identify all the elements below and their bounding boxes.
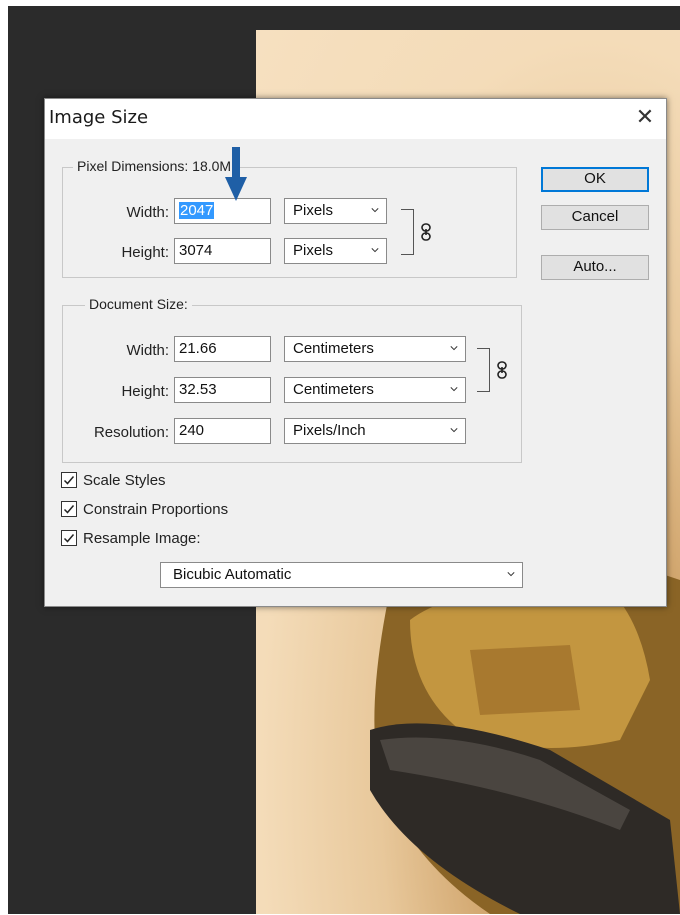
pixel-width-value: 2047 xyxy=(179,202,215,219)
image-size-dialog: Image Size ✕ Pixel Dimensions: 18.0M Wid… xyxy=(44,98,667,607)
resample-method-select[interactable]: Bicubic Automatic xyxy=(160,562,523,588)
down-arrow-icon xyxy=(225,147,247,201)
doc-height-input[interactable]: 32.53 xyxy=(174,377,271,403)
auto-button[interactable]: Auto... xyxy=(541,255,649,280)
doc-width-unit: Centimeters xyxy=(293,340,374,357)
chevron-down-icon xyxy=(371,248,379,253)
pixel-width-label: Width: xyxy=(126,204,169,221)
doc-width-input[interactable]: 21.66 xyxy=(174,336,271,362)
checkbox-box[interactable] xyxy=(61,472,77,488)
check-icon xyxy=(63,505,75,514)
resolution-unit: Pixels/Inch xyxy=(293,422,366,439)
link-icon xyxy=(421,223,431,241)
doc-width-value: 21.66 xyxy=(179,340,217,357)
doc-constrain-bracket xyxy=(477,348,490,392)
scale-styles-label: Scale Styles xyxy=(83,472,166,489)
doc-height-value: 32.53 xyxy=(179,381,217,398)
doc-height-unit: Centimeters xyxy=(293,381,374,398)
doc-width-unit-select[interactable]: Centimeters xyxy=(284,336,466,362)
dialog-title: Image Size xyxy=(49,107,149,128)
pixel-constrain-bracket xyxy=(401,209,414,255)
pixel-height-unit: Pixels xyxy=(293,242,334,259)
doc-height-unit-select[interactable]: Centimeters xyxy=(284,377,466,403)
toy-truck-photo xyxy=(370,560,680,914)
resample-image-checkbox[interactable]: Resample Image: xyxy=(61,529,261,549)
chevron-down-icon xyxy=(450,387,458,392)
checkbox-box[interactable] xyxy=(61,501,77,517)
scale-styles-checkbox[interactable]: Scale Styles xyxy=(61,471,261,491)
pixel-width-input[interactable]: 2047 xyxy=(174,198,271,224)
pixel-height-value: 3074 xyxy=(179,242,213,259)
chevron-down-icon xyxy=(450,346,458,351)
resolution-value: 240 xyxy=(179,422,205,439)
ok-button[interactable]: OK xyxy=(541,167,649,192)
pixel-dimensions-legend: Pixel Dimensions: 18.0M xyxy=(73,158,236,174)
pixel-width-unit: Pixels xyxy=(293,202,334,219)
check-icon xyxy=(63,534,75,543)
chevron-down-icon xyxy=(371,208,379,213)
dialog-titlebar[interactable]: Image Size ✕ xyxy=(45,99,666,139)
cancel-button[interactable]: Cancel xyxy=(541,205,649,230)
pixel-height-input[interactable]: 3074 xyxy=(174,238,271,264)
document-size-legend: Document Size: xyxy=(85,296,192,312)
resample-image-label: Resample Image: xyxy=(83,530,201,547)
link-icon xyxy=(497,361,507,379)
pixel-height-unit-select[interactable]: Pixels xyxy=(284,238,387,264)
resolution-label: Resolution: xyxy=(93,424,169,441)
doc-width-label: Width: xyxy=(126,342,169,359)
pixel-dimensions-label: Pixel Dimensions: xyxy=(77,158,189,174)
resolution-unit-select[interactable]: Pixels/Inch xyxy=(284,418,466,444)
constrain-proportions-label: Constrain Proportions xyxy=(83,501,229,518)
checkbox-box[interactable] xyxy=(61,530,77,546)
resolution-input[interactable]: 240 xyxy=(174,418,271,444)
close-icon[interactable]: ✕ xyxy=(630,103,660,133)
resample-method-value: Bicubic Automatic xyxy=(173,566,292,583)
pixel-height-label: Height: xyxy=(121,244,169,261)
constrain-proportions-checkbox[interactable]: Constrain Proportions xyxy=(61,500,301,520)
chevron-down-icon xyxy=(450,428,458,433)
doc-height-label: Height: xyxy=(121,383,169,400)
chevron-down-icon xyxy=(507,572,515,577)
pixel-width-unit-select[interactable]: Pixels xyxy=(284,198,387,224)
check-icon xyxy=(63,476,75,485)
